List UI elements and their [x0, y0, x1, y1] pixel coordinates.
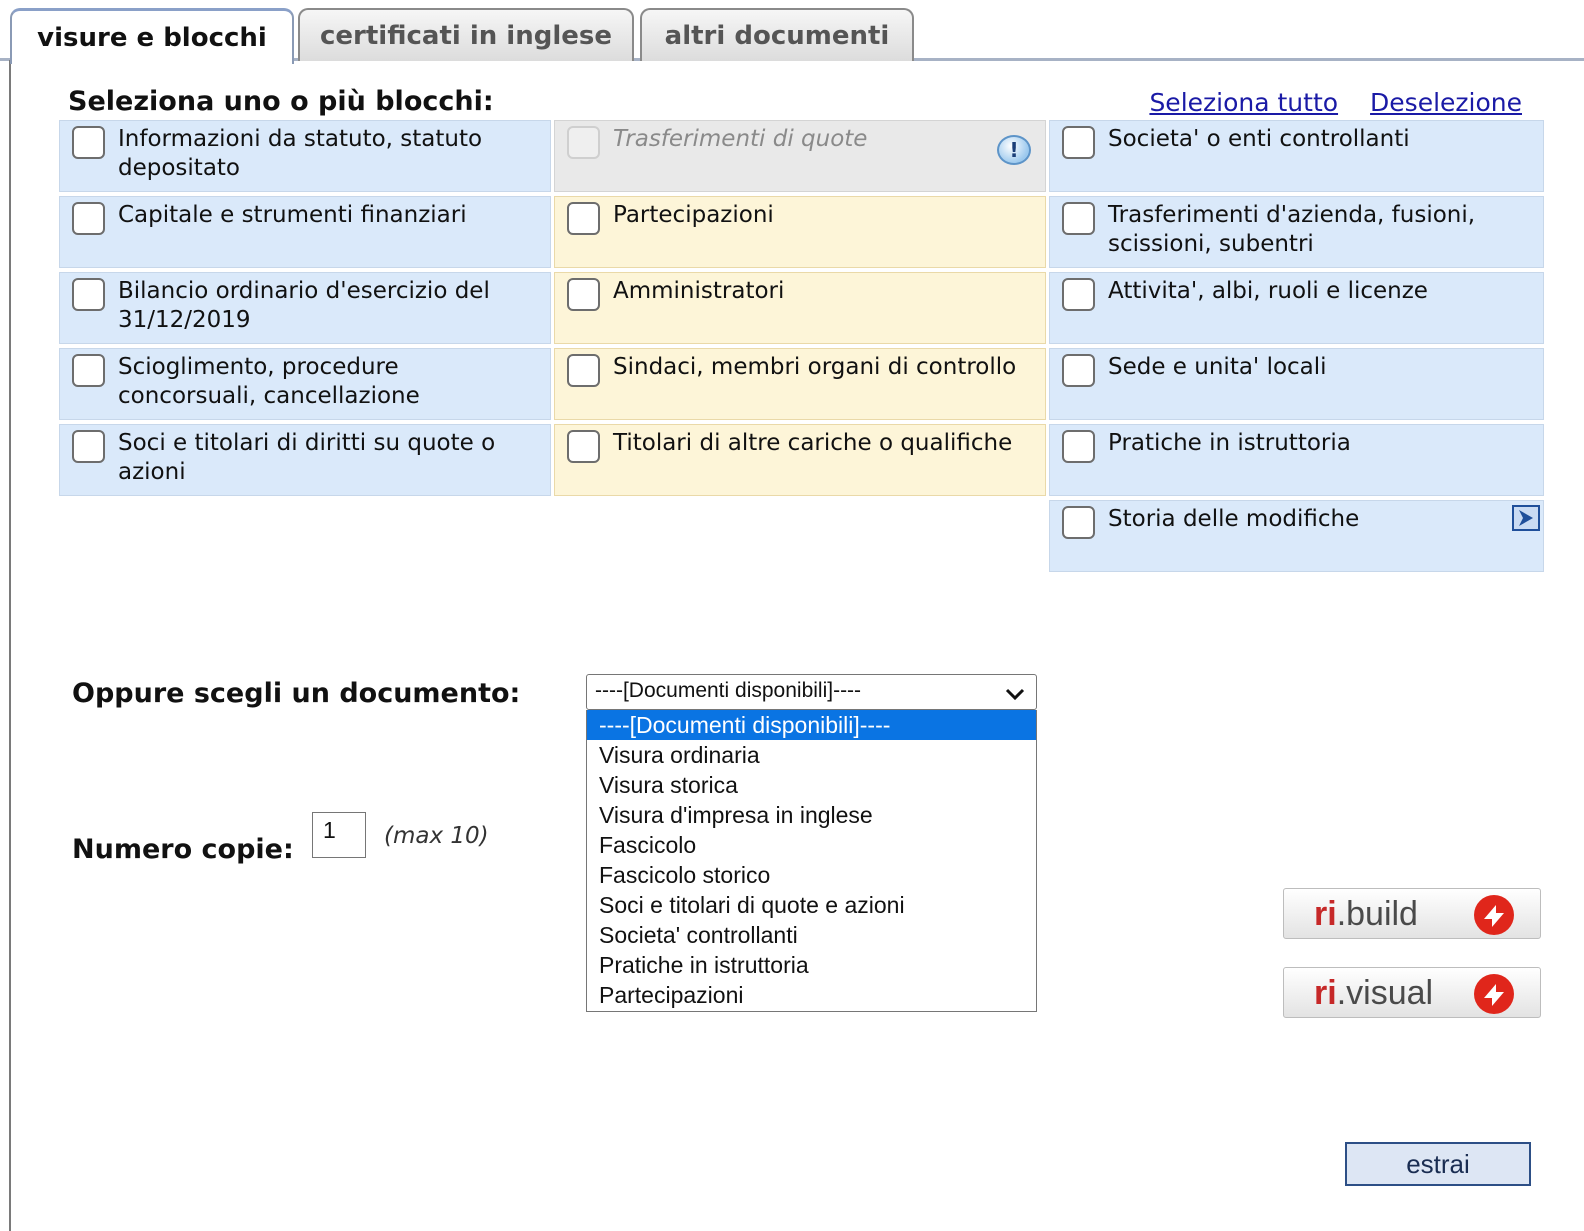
block-checkbox[interactable] [1062, 354, 1095, 387]
block-label: Amministratori [613, 278, 785, 304]
ri-build-button[interactable]: ri.build [1283, 888, 1541, 939]
block-checkbox[interactable] [567, 202, 600, 235]
document-option[interactable]: Visura ordinaria [587, 740, 1036, 770]
ri-suffix: .visual [1336, 974, 1434, 1012]
block-trasferimenti-quote: Trasferimenti di quote ! [554, 120, 1046, 192]
block-bilancio[interactable]: Bilancio ordinario d'esercizio del 31/12… [59, 272, 551, 344]
block-checkbox[interactable] [1062, 278, 1095, 311]
deselect-link[interactable]: Deselezione [1370, 88, 1522, 117]
block-statuto[interactable]: Informazioni da statuto, statuto deposit… [59, 120, 551, 192]
tab-altri-documenti[interactable]: altri documenti [640, 8, 914, 61]
blocks-heading: Seleziona uno o più blocchi: [68, 86, 494, 117]
document-option[interactable]: Soci e titolari di quote e azioni [587, 890, 1036, 920]
block-checkbox-disabled [567, 126, 600, 159]
block-scioglimento[interactable]: Scioglimento, procedure concorsuali, can… [59, 348, 551, 420]
tab-label: altri documenti [664, 20, 890, 51]
document-option[interactable]: Pratiche in istruttoria [587, 950, 1036, 980]
block-label: Storia delle modifiche [1108, 506, 1360, 532]
document-option[interactable]: Societa' controllanti [587, 920, 1036, 950]
ri-prefix: ri [1314, 895, 1337, 933]
block-soci[interactable]: Soci e titolari di diritti su quote o az… [59, 424, 551, 496]
panel-left-border [9, 60, 11, 1231]
block-pratiche[interactable]: Pratiche in istruttoria [1049, 424, 1544, 496]
document-option[interactable]: Visura d'impresa in inglese [587, 800, 1036, 830]
block-checkbox[interactable] [567, 278, 600, 311]
tab-visure-e-blocchi[interactable]: visure e blocchi [10, 8, 294, 64]
document-option[interactable]: Fascicolo storico [587, 860, 1036, 890]
document-select[interactable]: ----[Documenti disponibili]---- [586, 674, 1037, 710]
document-options-list: ----[Documenti disponibili]---- Visura o… [586, 710, 1037, 1012]
document-select-value: ----[Documenti disponibili]---- [595, 679, 862, 702]
block-storia-modifiche[interactable]: Storia delle modifiche [1049, 500, 1544, 572]
block-label: Capitale e strumenti finanziari [118, 202, 467, 228]
document-label: Oppure scegli un documento: [72, 678, 521, 709]
chevron-down-icon [1004, 684, 1026, 708]
selection-links: Seleziona tutto Deselezione [1149, 88, 1522, 117]
block-checkbox[interactable] [1062, 126, 1095, 159]
ri-logo-icon [1472, 972, 1516, 1020]
info-alert-icon[interactable]: ! [997, 135, 1031, 165]
block-label: Attivita', albi, ruoli e licenze [1108, 278, 1428, 304]
select-all-link[interactable]: Seleziona tutto [1149, 88, 1338, 117]
block-checkbox[interactable] [567, 354, 600, 387]
block-checkbox[interactable] [72, 278, 105, 311]
tab-bar: visure e blocchi certificati in inglese … [0, 0, 1584, 64]
block-label: Bilancio ordinario d'esercizio del 31/12… [118, 278, 490, 333]
ri-prefix: ri [1314, 974, 1337, 1012]
copies-label: Numero copie: [72, 834, 294, 865]
ri-logo-icon [1472, 893, 1516, 941]
block-amministratori[interactable]: Amministratori [554, 272, 1046, 344]
block-label: Trasferimenti d'azienda, fusioni, scissi… [1108, 202, 1476, 257]
block-label: Titolari di altre cariche o qualifiche [613, 430, 1013, 456]
block-sede[interactable]: Sede e unita' locali [1049, 348, 1544, 420]
block-label: Informazioni da statuto, statuto deposit… [118, 126, 483, 181]
block-checkbox[interactable] [1062, 506, 1095, 539]
ri-suffix: .build [1336, 895, 1418, 933]
tab-label: certificati in inglese [320, 20, 612, 51]
block-partecipazioni[interactable]: Partecipazioni [554, 196, 1046, 268]
block-attivita[interactable]: Attivita', albi, ruoli e licenze [1049, 272, 1544, 344]
block-titolari-cariche[interactable]: Titolari di altre cariche o qualifiche [554, 424, 1046, 496]
estrai-button[interactable]: estrai [1345, 1142, 1531, 1186]
tab-label: visure e blocchi [37, 22, 267, 53]
block-checkbox[interactable] [72, 354, 105, 387]
ri-visual-button[interactable]: ri.visual [1283, 967, 1541, 1018]
document-option[interactable]: Fascicolo [587, 830, 1036, 860]
tab-certificati-in-inglese[interactable]: certificati in inglese [298, 8, 634, 61]
block-label: Scioglimento, procedure concorsuali, can… [118, 354, 420, 409]
block-label: Sede e unita' locali [1108, 354, 1327, 380]
block-societa-controllanti[interactable]: Societa' o enti controllanti [1049, 120, 1544, 192]
block-checkbox[interactable] [1062, 430, 1095, 463]
block-label: Partecipazioni [613, 202, 774, 228]
ri-visual-label: ri.visual [1314, 974, 1433, 1013]
block-checkbox[interactable] [72, 126, 105, 159]
block-label: Sindaci, membri organi di controllo [613, 354, 1017, 380]
document-option[interactable]: Partecipazioni [587, 980, 1036, 1010]
block-label: Pratiche in istruttoria [1108, 430, 1351, 456]
copies-input[interactable]: 1 [312, 812, 366, 858]
document-option[interactable]: Visura storica [587, 770, 1036, 800]
arrow-right-icon[interactable] [1512, 505, 1540, 531]
block-label: Trasferimenti di quote [613, 126, 868, 152]
block-checkbox[interactable] [72, 202, 105, 235]
block-label: Societa' o enti controllanti [1108, 126, 1410, 152]
block-checkbox[interactable] [72, 430, 105, 463]
copies-max-note: (max 10) [384, 823, 489, 849]
document-option[interactable]: ----[Documenti disponibili]---- [587, 710, 1036, 740]
block-capitale[interactable]: Capitale e strumenti finanziari [59, 196, 551, 268]
block-checkbox[interactable] [1062, 202, 1095, 235]
block-label: Soci e titolari di diritti su quote o az… [118, 430, 496, 485]
block-sindaci[interactable]: Sindaci, membri organi di controllo [554, 348, 1046, 420]
block-checkbox[interactable] [567, 430, 600, 463]
ri-build-label: ri.build [1314, 895, 1418, 934]
block-trasferimenti-azienda[interactable]: Trasferimenti d'azienda, fusioni, scissi… [1049, 196, 1544, 268]
